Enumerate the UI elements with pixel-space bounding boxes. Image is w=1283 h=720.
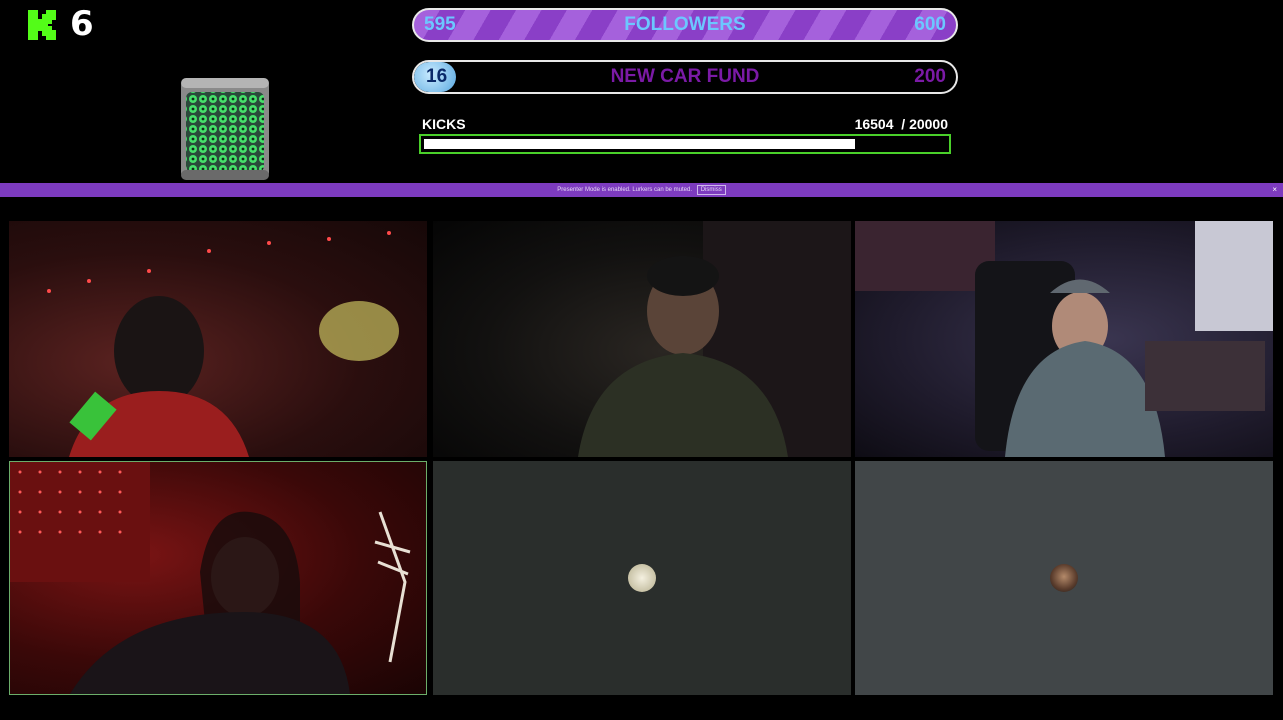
- participant-tile-6[interactable]: [855, 461, 1273, 695]
- car-fund-goal-end: 200: [914, 66, 946, 87]
- car-fund-goal-label: NEW CAR FUND: [610, 66, 760, 87]
- banner-message: Presenter Mode is enabled. Lurkers can b…: [557, 187, 693, 193]
- kicks-jar-icon: [181, 78, 269, 180]
- participant-avatar-5: [628, 564, 656, 592]
- participant-tile-3[interactable]: [855, 221, 1273, 457]
- participant-video: [578, 221, 851, 457]
- participant-video: [10, 462, 411, 694]
- participant-tile-5[interactable]: [433, 461, 851, 695]
- followers-goal-end: 600: [914, 14, 946, 35]
- followers-goal-label: FOLLOWERS: [624, 14, 746, 35]
- kicks-label: KICKS: [422, 116, 466, 132]
- kicks-count: 16504 / 20000: [854, 116, 948, 132]
- followers-goal-bar: 595 FOLLOWERS 600: [412, 8, 958, 42]
- banner-close-icon[interactable]: ×: [1272, 183, 1277, 197]
- participant-video: [855, 221, 1273, 457]
- banner-text-row: Presenter Mode is enabled. Lurkers can b…: [0, 183, 1283, 197]
- presenter-banner: Presenter Mode is enabled. Lurkers can b…: [0, 183, 1283, 197]
- participant-tile-2[interactable]: [433, 221, 851, 457]
- participant-avatar-6: [1050, 564, 1078, 592]
- kick-logo-icon: [28, 10, 56, 40]
- participant-tile-1[interactable]: [9, 221, 427, 457]
- participant-tile-4[interactable]: [9, 461, 427, 695]
- participant-video: [47, 231, 399, 457]
- kicks-progress-fill: [424, 139, 855, 149]
- kick-count: 6: [70, 4, 94, 44]
- banner-dismiss-button[interactable]: Dismiss: [696, 185, 726, 195]
- kicks-progress-bar: [419, 134, 951, 154]
- car-fund-goal-bar: 16 NEW CAR FUND 200: [412, 60, 958, 94]
